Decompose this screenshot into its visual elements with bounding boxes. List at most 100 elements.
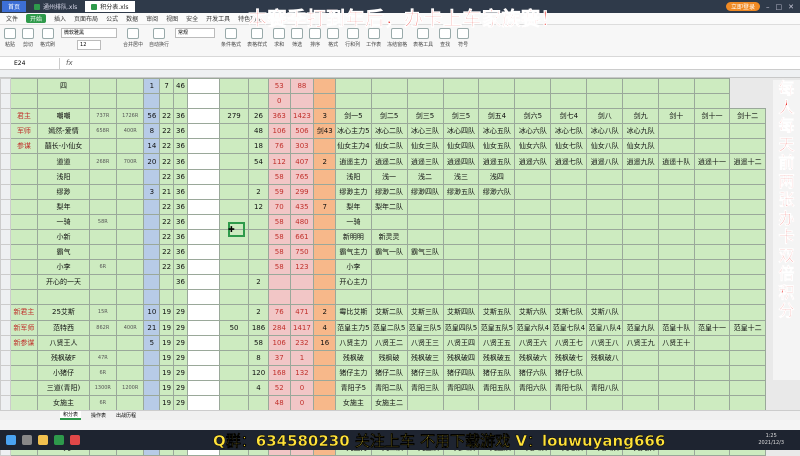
cell[interactable] (313, 259, 337, 276)
cell[interactable] (88, 183, 118, 200)
cell[interactable]: 737R (88, 108, 118, 125)
cell[interactable]: 19 (159, 304, 175, 321)
cell[interactable]: 471 (289, 304, 315, 321)
cell[interactable]: 36 (173, 123, 188, 140)
cell[interactable] (88, 93, 118, 110)
cell[interactable] (186, 259, 220, 276)
cell[interactable] (248, 289, 269, 306)
cell[interactable]: 29 (173, 349, 188, 366)
cell[interactable] (313, 138, 337, 155)
cell[interactable]: 12 (248, 198, 269, 215)
cell[interactable]: 20 (143, 153, 161, 170)
row-number[interactable] (0, 138, 11, 155)
cell[interactable] (313, 244, 337, 261)
cell[interactable] (657, 198, 695, 215)
cell[interactable] (657, 394, 695, 412)
cell[interactable]: 猪仔六队 (514, 364, 552, 381)
row-number[interactable] (0, 183, 11, 200)
cell[interactable]: 29 (173, 364, 188, 381)
cell[interactable]: 4 (248, 379, 269, 396)
cell[interactable]: 22 (159, 168, 175, 185)
cell[interactable] (514, 244, 552, 261)
cell[interactable]: 青阳五队 (478, 379, 516, 396)
cell[interactable]: 658R (88, 123, 118, 140)
cell[interactable]: 嘲嘲 (37, 108, 90, 125)
cell[interactable] (693, 168, 731, 185)
cell[interactable]: 剑七4 (550, 108, 588, 125)
cell[interactable] (218, 379, 250, 396)
cell[interactable] (248, 394, 269, 412)
cell[interactable] (586, 93, 624, 110)
cell[interactable]: 猪仔五队 (478, 364, 516, 381)
cell[interactable] (514, 259, 552, 276)
cell[interactable]: 剑三5 (406, 108, 444, 125)
cell[interactable] (729, 379, 767, 396)
cell[interactable] (586, 394, 624, 412)
row-number[interactable] (0, 304, 11, 321)
cell[interactable]: 剑二5 (370, 108, 408, 125)
cell[interactable] (313, 379, 337, 396)
cell[interactable]: 冰心四队 (442, 123, 480, 140)
cell[interactable]: 艾斯二队 (370, 304, 408, 321)
cell[interactable]: 18 (248, 138, 269, 155)
row-number[interactable] (0, 349, 11, 366)
cell[interactable]: 残枫破四 (442, 349, 480, 366)
cell[interactable] (693, 93, 731, 110)
cell[interactable]: 52 (267, 379, 291, 396)
cell[interactable] (693, 349, 731, 366)
cell[interactable] (248, 213, 269, 230)
row-number[interactable] (0, 334, 11, 351)
cell[interactable] (289, 289, 315, 306)
cell[interactable]: 仙女八队 (586, 138, 624, 155)
cell[interactable]: 范皇六队4 (514, 319, 552, 336)
cell[interactable]: 7 (159, 77, 175, 95)
cell[interactable] (729, 123, 767, 140)
cell[interactable] (116, 394, 145, 412)
cell[interactable] (693, 259, 731, 276)
cell[interactable] (657, 289, 695, 306)
cell[interactable]: 22 (159, 123, 175, 140)
cell[interactable]: 范皇十队 (657, 319, 695, 336)
cell[interactable] (9, 93, 39, 110)
cell[interactable]: 剑九 (622, 108, 659, 125)
cell[interactable] (693, 213, 731, 230)
cell[interactable]: 四 (37, 77, 90, 95)
cell[interactable] (406, 93, 444, 110)
cell[interactable]: 女施主二 (370, 394, 408, 412)
cell[interactable]: 37 (267, 349, 291, 366)
table-tools-button[interactable]: 表格工具 (413, 28, 433, 48)
cell[interactable]: 剑五4 (478, 108, 516, 125)
cell[interactable] (9, 364, 39, 381)
cell[interactable] (406, 259, 444, 276)
cell[interactable]: 残枫破八 (586, 349, 624, 366)
filter-button[interactable]: 筛选 (291, 28, 304, 48)
cell[interactable]: 冰心九队 (622, 123, 659, 140)
cell[interactable]: 232 (289, 334, 315, 351)
sheet-table[interactable]: 四 1 7 46 53 88 0 君主 嘲嘲 737R 1726R 56 22 36 279 26 363 142… (0, 77, 800, 456)
cell[interactable] (313, 228, 337, 246)
cell[interactable] (586, 228, 624, 246)
cell[interactable]: 八贤王九 (622, 334, 659, 351)
cell[interactable]: 53 (267, 77, 291, 95)
cell[interactable] (248, 244, 269, 261)
cell[interactable] (143, 394, 161, 412)
cell[interactable]: 700R (116, 153, 145, 170)
cell[interactable] (186, 153, 220, 170)
cell[interactable] (622, 259, 659, 276)
cell[interactable] (88, 77, 118, 95)
cell[interactable] (9, 274, 39, 291)
cell[interactable]: 缪渺四队 (406, 183, 444, 200)
cell[interactable] (143, 198, 161, 215)
cell[interactable]: 逍遥五队 (478, 153, 516, 170)
cell[interactable]: 参谋 (9, 138, 39, 155)
spreadsheet-grid[interactable]: 四 1 7 46 53 88 0 君主 嘲嘲 737R 1726R 56 22 36 279 26 363 142… (0, 77, 800, 456)
cell[interactable] (586, 259, 624, 276)
cell[interactable]: 299 (289, 183, 315, 200)
row-number[interactable] (0, 123, 11, 140)
cell[interactable] (9, 259, 39, 276)
cell[interactable]: 22 (159, 198, 175, 215)
cell[interactable]: 范皇十一 (693, 319, 731, 336)
cell[interactable]: 逍遥二队 (370, 153, 408, 170)
cell[interactable]: 2 (248, 183, 269, 200)
cell[interactable] (173, 289, 188, 306)
